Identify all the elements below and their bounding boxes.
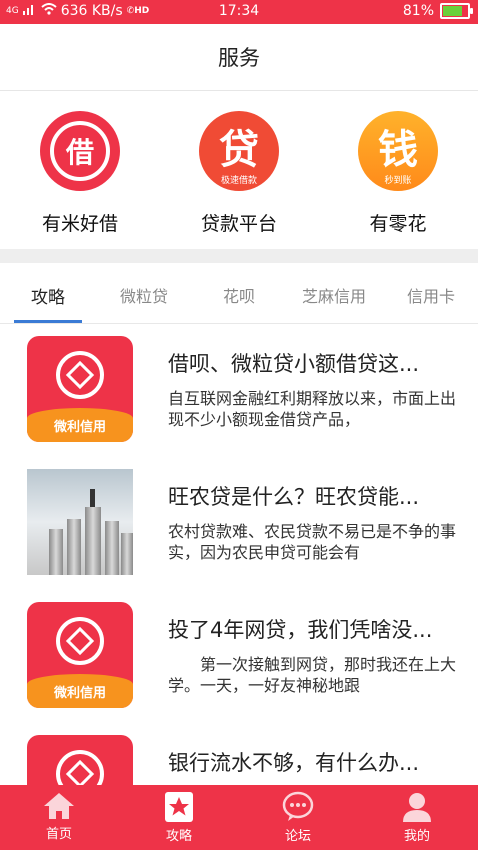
coin-icon xyxy=(56,617,104,665)
service-label: 有零花 xyxy=(369,213,427,235)
borrow-logo-icon: 借 xyxy=(40,111,120,191)
service-youmi-haojie[interactable]: 借 有米好借 xyxy=(10,111,150,236)
list-item[interactable]: 微利信用 借呗、微粒贷小额借贷这... 自互联网金融红利期释放以来，市面上出现不… xyxy=(0,324,478,454)
tabbar-mine[interactable]: 我的 xyxy=(372,791,462,844)
service-label: 贷款平台 xyxy=(200,213,277,235)
home-icon xyxy=(14,791,104,821)
section-divider xyxy=(0,249,478,263)
battery-icon xyxy=(440,3,473,19)
bottom-tab-bar: 首页 攻略 论坛 我的 xyxy=(0,785,478,850)
loan-logo-icon: 贷 极速借款 xyxy=(199,111,279,191)
tab-zhima-credit[interactable]: 芝麻信用 xyxy=(294,283,374,307)
tabbar-label: 攻略 xyxy=(165,829,192,844)
tabbar-forum[interactable]: 论坛 xyxy=(253,791,343,844)
tabbar-label: 论坛 xyxy=(284,829,311,844)
list-item[interactable]: 微利信用 投了4年网贷，我们凭啥没... 第一次接触到网贷，那时我还在上大学。一… xyxy=(0,590,478,720)
active-tab-indicator xyxy=(14,320,82,323)
service-youlinghua[interactable]: 钱 秒到账 有零花 xyxy=(328,111,468,236)
article-summary: 农村贷款难、农民贷款不易已是不争的事实，因为农民申贷可能会有 xyxy=(168,522,457,562)
services-grid: 借 有米好借 贷 极速借款 贷款平台 钱 秒到账 有零花 xyxy=(0,91,478,249)
service-label: 有米好借 xyxy=(41,213,118,235)
tabbar-gonglue[interactable]: 攻略 xyxy=(134,791,224,844)
tab-gonglue[interactable]: 攻略 xyxy=(14,283,82,308)
tab-weilidai[interactable]: 微粒贷 xyxy=(108,283,180,307)
article-summary: 自互联网金融红利期释放以来，市面上出现不少小额现金借贷产品， xyxy=(168,389,457,429)
category-tabs: 攻略 微粒贷 花呗 芝麻信用 信用卡 xyxy=(0,263,478,324)
tabbar-home[interactable]: 首页 xyxy=(14,791,104,842)
user-icon xyxy=(372,791,462,823)
bookmark-star-icon xyxy=(134,791,224,823)
article-title: 投了4年网贷，我们凭啥没... xyxy=(168,618,433,642)
tab-huabei[interactable]: 花呗 xyxy=(206,283,272,307)
article-summary: 第一次接触到网贷，那时我还在上大学。一天，一好友神秘地跟 xyxy=(168,655,457,695)
article-thumbnail xyxy=(27,469,133,575)
tab-credit-card[interactable]: 信用卡 xyxy=(396,283,466,307)
service-loan-platform[interactable]: 贷 极速借款 贷款平台 xyxy=(169,111,309,236)
tabbar-label: 我的 xyxy=(403,829,430,844)
coin-icon xyxy=(56,351,104,399)
article-title: 借呗、微粒贷小额借贷这... xyxy=(168,352,420,376)
page-title: 服务 xyxy=(0,24,478,91)
article-title: 旺农贷是什么？旺农贷能... xyxy=(168,485,420,509)
article-thumbnail: 微利信用 xyxy=(27,336,133,442)
list-item[interactable]: 旺农贷是什么？旺农贷能... 农村贷款难、农民贷款不易已是不争的事实，因为农民申… xyxy=(0,457,478,587)
article-thumbnail: 微利信用 xyxy=(27,602,133,708)
article-title: 银行流水不够，有什么办... xyxy=(168,751,420,775)
tabbar-label: 首页 xyxy=(45,827,72,842)
status-bar: 4G 636 KB/s ✆HD 17:34 81% xyxy=(0,0,478,24)
money-logo-icon: 钱 秒到账 xyxy=(358,111,438,191)
battery-percent: 81% xyxy=(402,3,434,19)
chat-bubble-icon xyxy=(253,791,343,823)
